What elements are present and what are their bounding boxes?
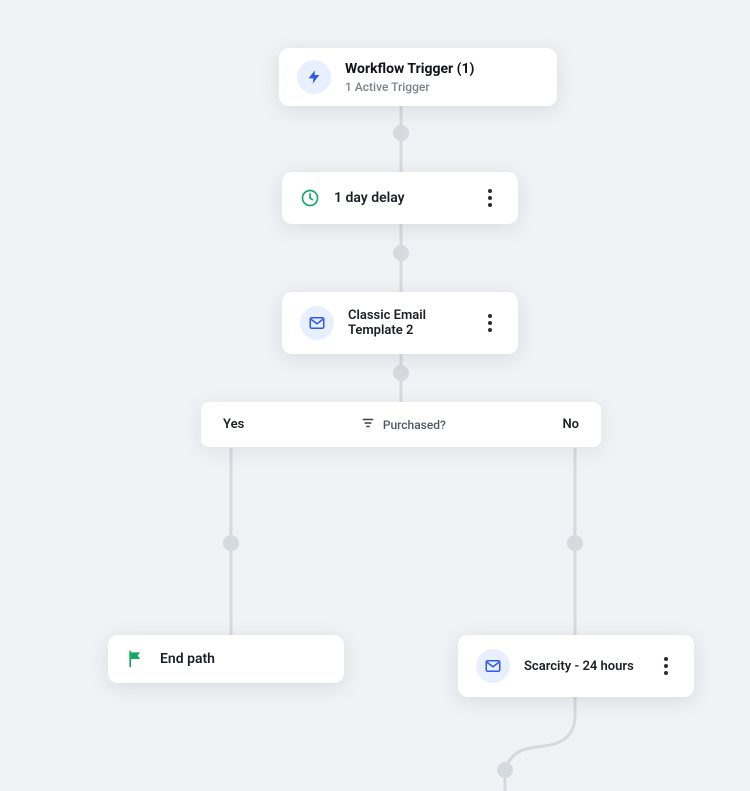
decision-node[interactable]: Yes Purchased? No	[201, 402, 601, 447]
trigger-subtitle: 1 Active Trigger	[345, 80, 539, 94]
workflow-canvas: Workflow Trigger (1) 1 Active Trigger 1 …	[0, 0, 750, 791]
email2-label: Scarcity - 24 hours	[524, 659, 646, 674]
decision-no-label: No	[562, 417, 579, 432]
email-node-1[interactable]: Classic Email Template 2	[282, 292, 518, 354]
more-menu-icon[interactable]	[480, 186, 500, 210]
mail-icon	[476, 649, 510, 683]
decision-question-text: Purchased?	[383, 418, 446, 432]
more-menu-icon[interactable]	[480, 311, 500, 335]
email-node-2[interactable]: Scarcity - 24 hours	[458, 635, 694, 697]
decision-question: Purchased?	[361, 416, 446, 433]
mail-icon	[300, 306, 334, 340]
delay-node[interactable]: 1 day delay	[282, 172, 518, 224]
decision-yes-label: Yes	[223, 417, 244, 432]
trigger-node[interactable]: Workflow Trigger (1) 1 Active Trigger	[279, 48, 557, 106]
trigger-title: Workflow Trigger (1)	[345, 61, 539, 77]
filter-icon	[361, 416, 375, 433]
clock-icon	[300, 188, 320, 208]
lightning-icon	[297, 60, 331, 94]
endpath-node[interactable]: End path	[108, 635, 344, 683]
more-menu-icon[interactable]	[656, 654, 676, 678]
endpath-label: End path	[160, 651, 326, 667]
flag-icon	[126, 649, 146, 669]
delay-label: 1 day delay	[334, 190, 470, 206]
email1-label: Classic Email Template 2	[348, 308, 470, 338]
